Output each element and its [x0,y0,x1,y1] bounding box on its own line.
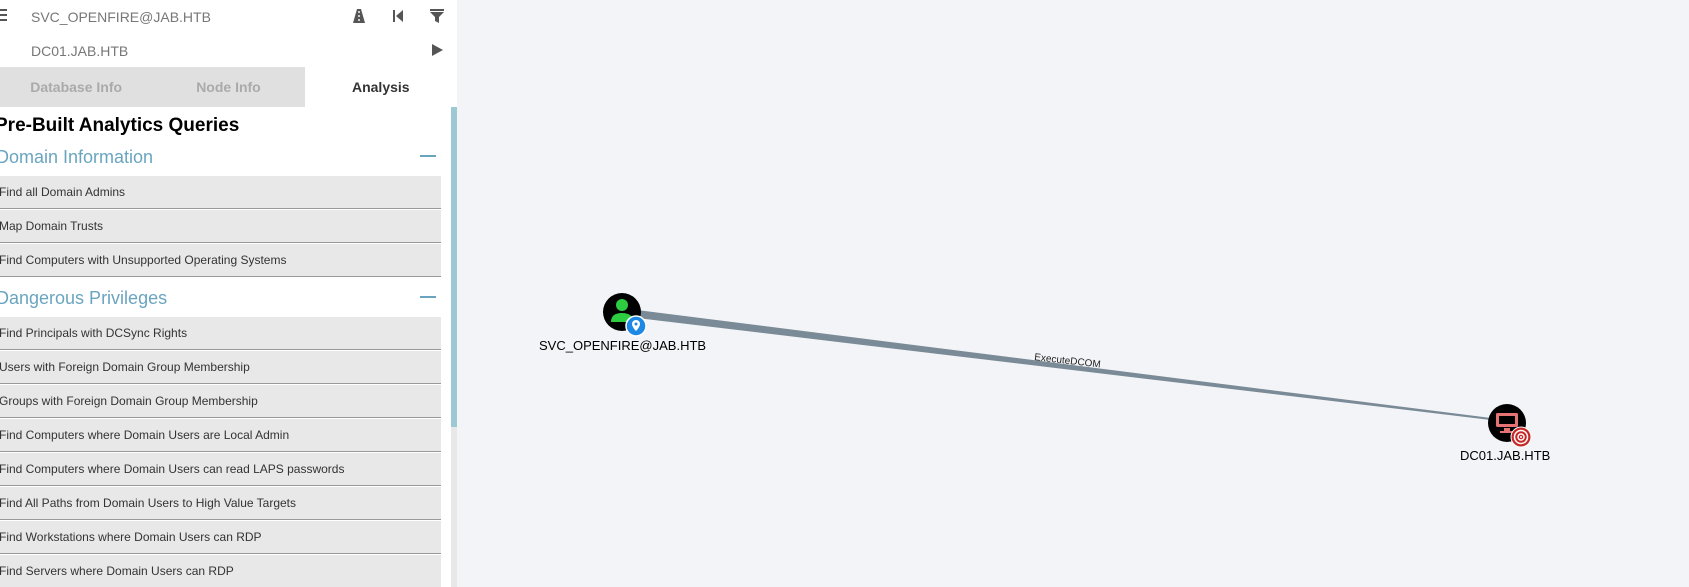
collapse-icon[interactable] [420,155,436,157]
graph-canvas[interactable]: ExecuteDCOM SVC_OPENFIRE@JAB.HTB DC01.JA… [457,0,1689,587]
query-item[interactable]: Find Computers where Domain Users can re… [0,453,441,486]
query-item[interactable]: Find Workstations where Domain Users can… [0,521,441,554]
query-item[interactable]: Groups with Foreign Domain Group Members… [0,385,441,418]
section-title: Domain Information [0,147,154,167]
sidebar: SVC_OPENFIRE@JAB.HTB DC01.JAB.HTB Databa… [0,0,457,587]
back-icon[interactable] [389,7,407,25]
target-node-search-row: DC01.JAB.HTB [0,34,457,68]
filter-icon[interactable] [428,7,446,25]
tab-analysis[interactable]: Analysis [304,67,457,107]
tab-bar: Database Info Node Info Analysis [0,67,457,107]
node-label: SVC_OPENFIRE@JAB.HTB [539,338,707,353]
query-item[interactable]: Map Domain Trusts [0,210,441,243]
query-item[interactable]: Find Computers where Domain Users are Lo… [0,419,441,452]
query-item[interactable]: Find all Domain Admins [0,176,441,209]
node-label: DC01.JAB.HTB [1460,448,1551,463]
node-dc01[interactable] [1488,404,1532,448]
section-domain-information[interactable]: Domain Information [0,140,441,172]
query-item[interactable]: Find Computers with Unsupported Operatin… [0,244,441,277]
start-node-search-row: SVC_OPENFIRE@JAB.HTB [0,0,457,34]
section-dangerous-privileges[interactable]: Dangerous Privileges [0,281,441,313]
query-item[interactable]: Find Servers where Domain Users can RDP [0,555,441,587]
query-item[interactable]: Find All Paths from Domain Users to High… [0,487,441,520]
play-icon[interactable] [428,41,446,59]
graph-svg: ExecuteDCOM [603,293,1532,448]
tab-node-info[interactable]: Node Info [152,67,305,107]
collapse-icon[interactable] [420,296,436,298]
node-svc-openfire[interactable] [603,293,647,337]
start-node-search-input[interactable]: SVC_OPENFIRE@JAB.HTB [31,9,211,25]
pathfinding-icon[interactable] [350,7,368,25]
menu-icon[interactable] [0,9,7,23]
query-item[interactable]: Users with Foreign Domain Group Membersh… [0,351,441,384]
tab-database-info[interactable]: Database Info [0,67,153,107]
target-node-search-input[interactable]: DC01.JAB.HTB [31,43,128,59]
query-item[interactable]: Find Principals with DCSync Rights [0,317,441,350]
panel-title: Pre-Built Analytics Queries [0,115,240,136]
analysis-panel: Pre-Built Analytics Queries Domain Infor… [0,107,441,587]
section-title: Dangerous Privileges [0,288,168,308]
user-icon [616,299,628,311]
